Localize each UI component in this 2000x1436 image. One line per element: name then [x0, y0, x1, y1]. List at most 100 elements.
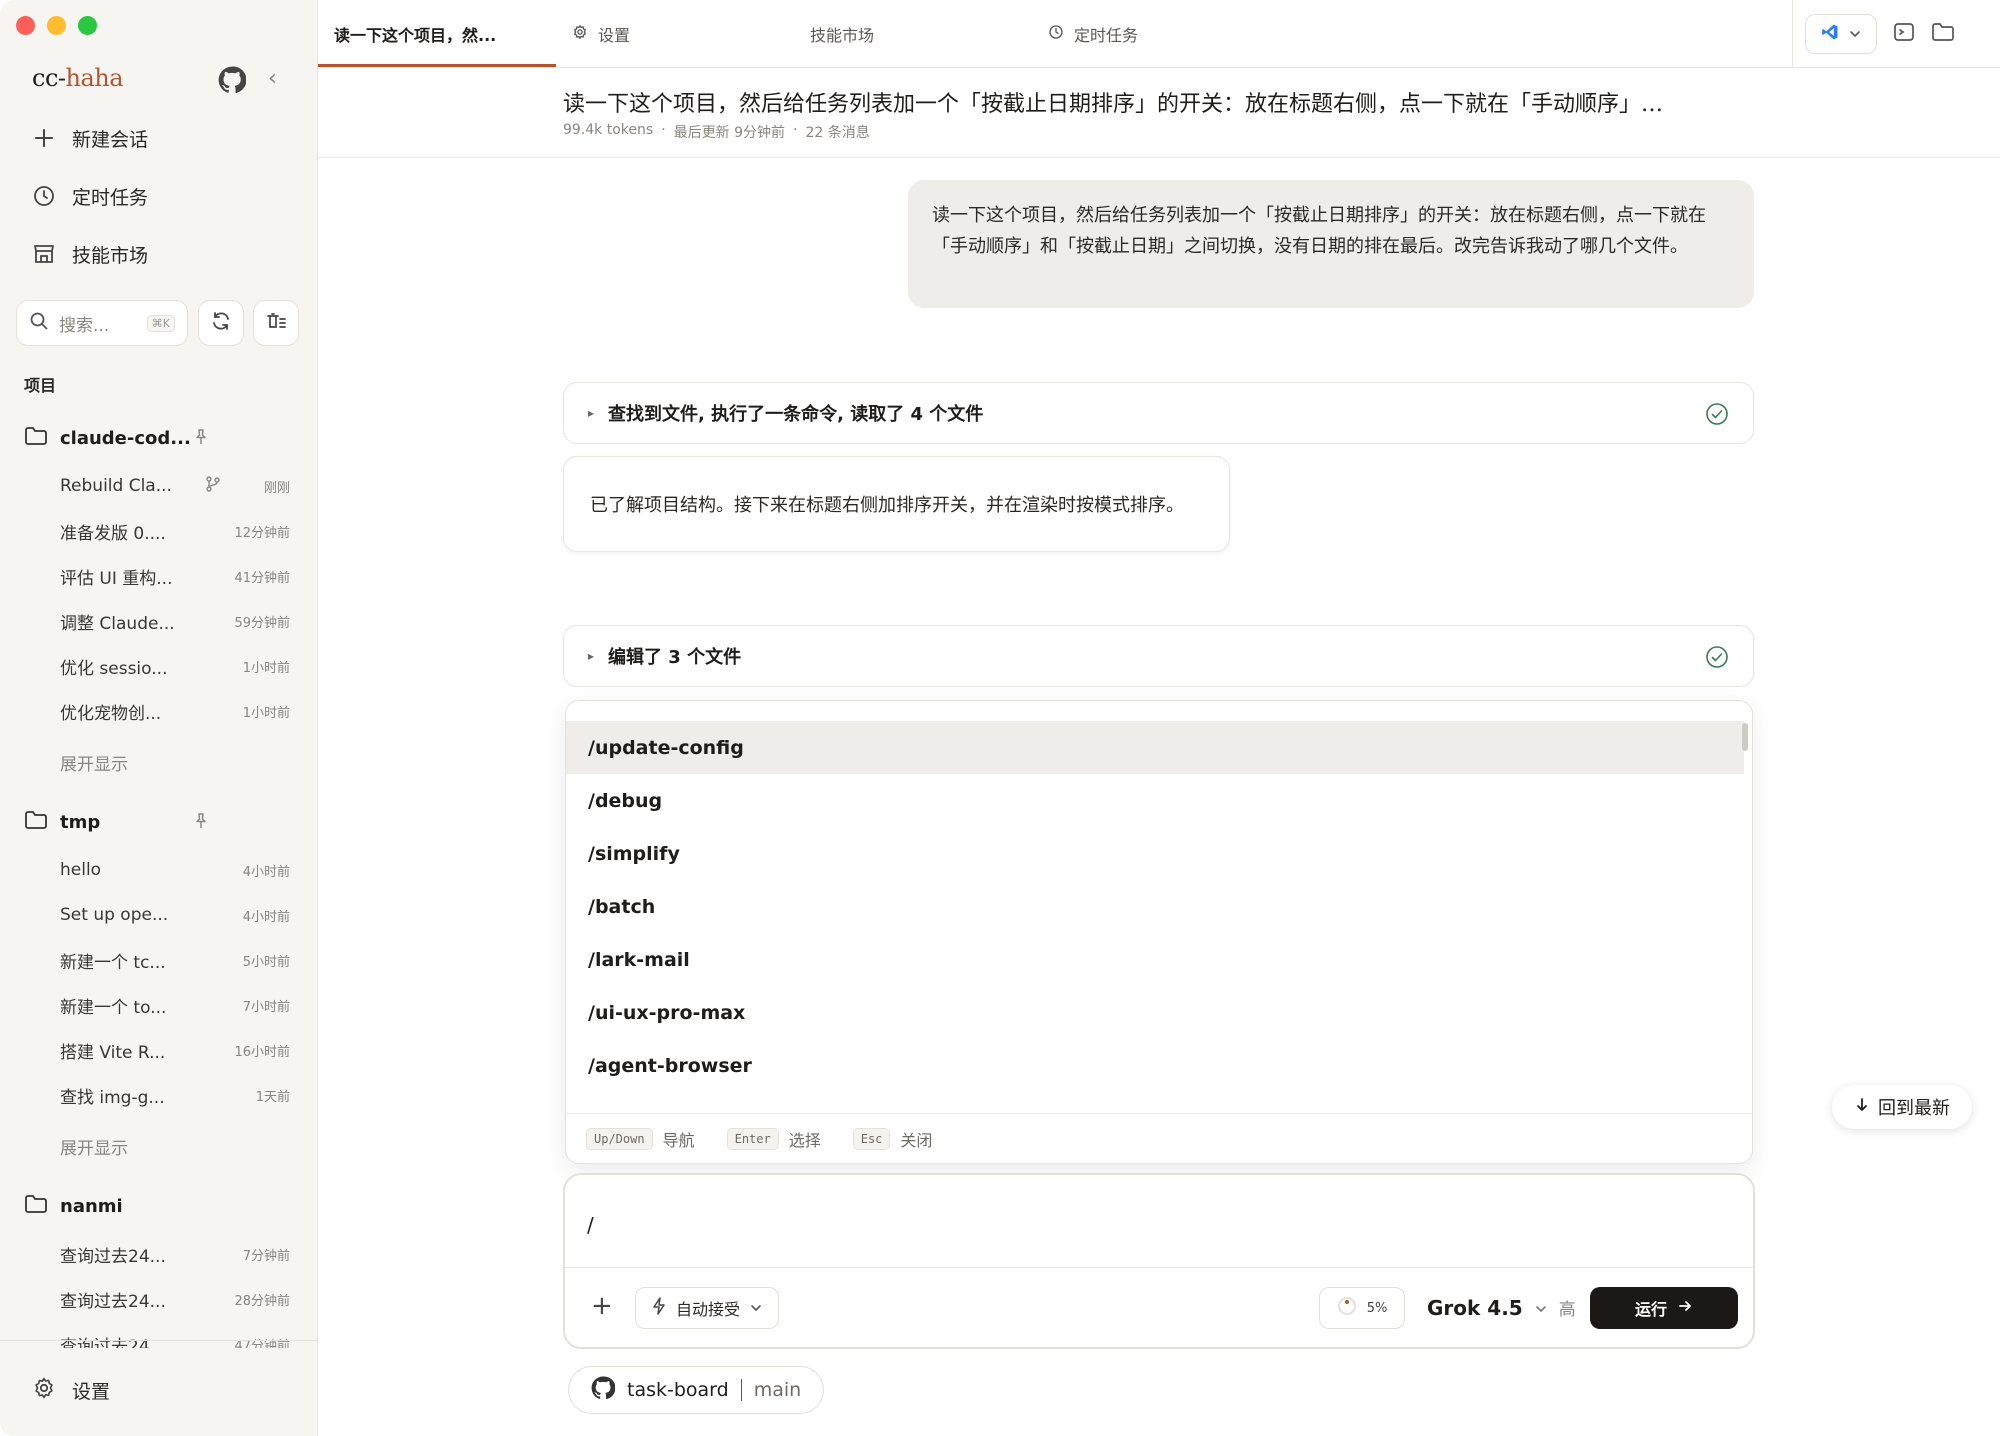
- context-percent: 5%: [1366, 1300, 1388, 1316]
- project-claude-code[interactable]: claude-cod...: [24, 422, 191, 454]
- kbd-esc: Esc: [852, 1127, 891, 1150]
- auto-accept-toggle[interactable]: 自动接受: [635, 1287, 780, 1329]
- pin-icon[interactable]: [192, 812, 210, 830]
- session-title: 评估 UI 重构...: [60, 568, 173, 589]
- command-menu-hints: Up/Down 导航 Enter 选择 Esc 关闭: [566, 1113, 1752, 1163]
- session-title: Rebuild Cla...: [60, 476, 172, 496]
- maximize-window-button[interactable]: [78, 16, 97, 35]
- session-title: 新建一个 tc...: [60, 952, 166, 973]
- session-time: 16小时前: [234, 1044, 290, 1060]
- batch-delete-button[interactable]: [253, 300, 299, 346]
- session-item[interactable]: Set up ope... 4小时前: [60, 900, 290, 930]
- session-item[interactable]: Rebuild Cla... 刚刚: [60, 471, 290, 501]
- attach-plus-icon[interactable]: +: [591, 1291, 613, 1321]
- session-item[interactable]: 优化宠物创... 1小时前: [60, 696, 290, 726]
- session-item[interactable]: 搭建 Vite R... 16小时前: [60, 1035, 290, 1065]
- assistant-message: 已了解项目结构。接下来在标题右侧加排序开关，并在渲染时按模式排序。: [563, 456, 1230, 552]
- context-usage-indicator[interactable]: 5%: [1319, 1287, 1405, 1329]
- project-tmp[interactable]: tmp: [24, 806, 100, 838]
- effort-level[interactable]: 高: [1559, 1295, 1576, 1320]
- nav-scheduled-tasks[interactable]: 定时任务: [32, 176, 148, 216]
- session-item[interactable]: 查找 img-g... 1天前: [60, 1080, 290, 1110]
- expand-sessions-link[interactable]: 展开显示: [60, 750, 128, 775]
- sidebar-settings-button[interactable]: 设置: [32, 1376, 110, 1405]
- command-item-lark-mail[interactable]: /lark-mail: [566, 933, 1744, 986]
- trash-list-icon: [265, 310, 287, 336]
- command-item-ui-ux-pro-max[interactable]: /ui-ux-pro-max: [566, 986, 1744, 1039]
- command-item-debug[interactable]: /debug: [566, 774, 1744, 827]
- message-count: 22 条消息: [805, 125, 870, 141]
- session-item[interactable]: 查询过去24... 47分钟前: [60, 1329, 290, 1349]
- terminal-icon[interactable]: [1893, 21, 1915, 47]
- session-title: 搭建 Vite R...: [60, 1042, 166, 1063]
- session-time: 7分钟前: [242, 1248, 290, 1264]
- app-logo: cc-haha: [32, 64, 124, 92]
- slash-command-menu: /update-config /debug /simplify /batch /…: [565, 700, 1753, 1164]
- session-item[interactable]: 查询过去24... 7分钟前: [60, 1239, 290, 1269]
- expand-sessions-link[interactable]: 展开显示: [60, 1134, 128, 1159]
- command-list-scrollbar[interactable]: [1742, 723, 1748, 751]
- session-time: 刚刚: [263, 480, 290, 496]
- tool-summary-card[interactable]: ▸ 编辑了 3 个文件: [563, 625, 1754, 687]
- refresh-button[interactable]: [198, 300, 244, 346]
- search-input[interactable]: 搜索... ⌘K: [16, 300, 188, 346]
- github-icon[interactable]: [218, 66, 247, 94]
- command-item-batch[interactable]: /batch: [566, 880, 1744, 933]
- tool-summary-card[interactable]: ▸ 查找到文件, 执行了一条命令, 读取了 4 个文件: [563, 382, 1754, 444]
- tab-label: 技能市场: [810, 26, 875, 45]
- session-item[interactable]: 评估 UI 重构... 41分钟前: [60, 561, 290, 591]
- close-window-button[interactable]: [16, 16, 35, 35]
- folder-icon: [24, 809, 48, 836]
- model-selector[interactable]: Grok 4.5 高: [1427, 1295, 1576, 1321]
- run-label: 运行: [1634, 1300, 1667, 1319]
- command-item-claude-api[interactable]: /claude-api: [566, 1092, 1744, 1112]
- collapse-sidebar-icon[interactable]: ‹: [268, 68, 290, 90]
- session-item[interactable]: 调整 Claude... 59分钟前: [60, 606, 290, 636]
- scroll-to-latest-button[interactable]: 回到最新: [1832, 1085, 1972, 1129]
- chip-separator: [740, 1379, 742, 1401]
- session-time: 7小时前: [242, 999, 290, 1015]
- lightning-icon: [652, 1297, 666, 1319]
- session-item[interactable]: 查询过去24... 28分钟前: [60, 1284, 290, 1314]
- session-item[interactable]: 优化 sessio... 1小时前: [60, 651, 290, 681]
- session-item[interactable]: 新建一个 to... 7小时前: [60, 990, 290, 1020]
- command-item-agent-browser[interactable]: /agent-browser: [566, 1039, 1744, 1092]
- minimize-window-button[interactable]: [47, 16, 66, 35]
- open-in-editor-button[interactable]: [1805, 14, 1877, 54]
- session-item[interactable]: 新建一个 tc... 5小时前: [60, 945, 290, 975]
- session-time: 4小时前: [242, 909, 290, 925]
- user-message: 读一下这个项目，然后给任务列表加一个「按截止日期排序」的开关：放在标题右侧，点一…: [908, 180, 1754, 308]
- command-item-simplify[interactable]: /simplify: [566, 827, 1744, 880]
- repo-branch-chip[interactable]: task-board main: [568, 1366, 825, 1414]
- sidebar-divider: [0, 1340, 318, 1341]
- token-count: 99.4k tokens: [563, 122, 654, 138]
- session-time: 5小时前: [242, 954, 290, 970]
- folder-icon: [24, 1193, 48, 1220]
- session-title: hello: [60, 860, 102, 880]
- tab-label: 定时任务: [1074, 26, 1139, 45]
- caret-right-icon: ▸: [588, 649, 595, 663]
- toolbar-actions: [1792, 0, 2000, 68]
- nav-new-session[interactable]: 新建会话: [32, 118, 148, 158]
- search-shortcut: ⌘K: [146, 314, 175, 332]
- folder-icon[interactable]: [1931, 21, 1955, 47]
- message-input[interactable]: /: [587, 1213, 594, 1237]
- command-item-update-config[interactable]: /update-config: [566, 721, 1744, 774]
- sidebar: cc-haha ‹ 新建会话 定时任务 技能市场 搜索... ⌘K 项目 cla…: [0, 0, 318, 1436]
- session-title: 优化宠物创...: [60, 703, 162, 724]
- tab-current-chat[interactable]: 读一下这个项目，然...: [334, 0, 496, 68]
- session-item[interactable]: hello 4小时前: [60, 855, 290, 885]
- command-list: /update-config /debug /simplify /batch /…: [566, 721, 1744, 1111]
- tab-settings[interactable]: 设置: [572, 0, 630, 68]
- clock-icon: [1048, 24, 1064, 44]
- search-placeholder: 搜索...: [59, 315, 110, 336]
- session-title: 调整 Claude...: [60, 613, 175, 634]
- plus-icon: [32, 126, 56, 150]
- project-nanmi[interactable]: nanmi: [24, 1190, 123, 1222]
- pin-icon[interactable]: [192, 428, 210, 446]
- run-button[interactable]: 运行: [1590, 1287, 1738, 1329]
- tab-scheduled-tasks[interactable]: 定时任务: [1048, 0, 1138, 68]
- nav-skill-market[interactable]: 技能市场: [32, 234, 148, 274]
- session-item[interactable]: 准备发版 0.... 12分钟前: [60, 516, 290, 546]
- tab-skill-market[interactable]: 技能市场: [810, 0, 874, 68]
